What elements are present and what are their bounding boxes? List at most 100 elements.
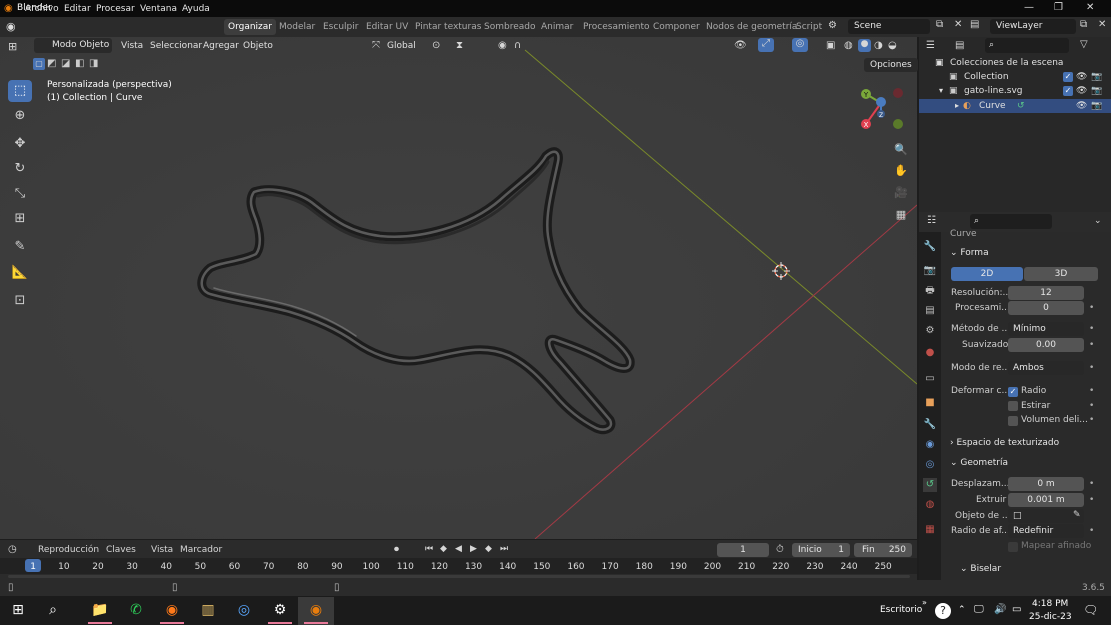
properties-options-icon[interactable]: ⌄ xyxy=(1094,216,1102,226)
current-frame-field[interactable]: 1 xyxy=(717,543,769,557)
timeline-menu-claves[interactable]: Claves xyxy=(106,545,136,555)
timeline-menu-vista[interactable]: Vista xyxy=(151,545,173,555)
properties-editor-icon[interactable]: ☷ xyxy=(927,215,936,226)
file-explorer-icon[interactable]: 📁 xyxy=(90,601,110,619)
jump-end-icon[interactable]: ⏭ xyxy=(500,544,508,554)
outliner-editor-icon[interactable]: ☰ xyxy=(926,40,935,51)
view-layer-selector[interactable]: ViewLayer xyxy=(990,19,1076,34)
tab-nodos-geometria[interactable]: Nodos de geometría xyxy=(702,19,801,35)
rotate-tool[interactable]: ↻ xyxy=(8,158,32,180)
volumen-anim-dot[interactable]: • xyxy=(1089,415,1094,425)
dim-2d-button[interactable]: 2D xyxy=(951,267,1023,281)
viewport-menu-seleccionar[interactable]: Seleccionar xyxy=(150,41,202,51)
clock-time[interactable]: 4:18 PM xyxy=(1032,599,1068,609)
camera-icon[interactable]: 📷 xyxy=(1091,99,1102,113)
menu-procesar[interactable]: Procesar xyxy=(96,4,135,14)
eye-icon[interactable]: 👁 xyxy=(1076,99,1087,113)
timeline-editor-icon[interactable]: ◷ xyxy=(8,544,17,555)
tool-tab-icon[interactable]: 🔧 xyxy=(923,240,937,254)
texture-tab-icon[interactable]: ▦ xyxy=(923,523,937,537)
tab-esculpir[interactable]: Esculpir xyxy=(319,19,362,35)
outliner-item-curve[interactable]: ▸ ◐ Curve ↺ 👁 📷 xyxy=(919,99,1111,113)
move-tool[interactable]: ✥ xyxy=(8,133,32,155)
camera-icon[interactable]: 📷 xyxy=(1091,70,1102,84)
timeline-scrollbar[interactable] xyxy=(8,575,910,578)
library-app-icon[interactable]: ▥ xyxy=(198,601,218,619)
toolbar-expand-icon[interactable]: » xyxy=(922,598,927,607)
select-box-tool[interactable]: ⬚ xyxy=(8,80,32,102)
modo-anim-dot[interactable]: • xyxy=(1089,363,1094,373)
outliner-item-collection[interactable]: ▣ Collection ✓ 👁 📷 xyxy=(919,70,1111,84)
whatsapp-icon[interactable]: ✆ xyxy=(126,601,146,619)
minimize-button[interactable]: — xyxy=(1024,2,1034,13)
scene-icon[interactable]: ⚙ xyxy=(828,20,837,31)
radio-anim-dot[interactable]: • xyxy=(1089,386,1094,396)
blender-taskbar-icon[interactable]: ◉ xyxy=(306,601,326,619)
scale-tool[interactable]: ⤡ xyxy=(8,183,32,205)
estirar-checkbox[interactable] xyxy=(1008,401,1018,411)
timeline-menu-marcador[interactable]: Marcador xyxy=(180,545,222,555)
search-icon[interactable]: ⌕ xyxy=(43,601,63,619)
view-layer-tab-icon[interactable]: ▤ xyxy=(923,304,937,318)
snap-icon[interactable]: ⧗ xyxy=(456,40,463,51)
new-scene-icon[interactable]: ⧉ xyxy=(936,19,943,30)
timeline-menu-reproduccion[interactable]: Reproducción xyxy=(38,545,99,555)
firefox-icon[interactable]: ◉ xyxy=(162,601,182,619)
tab-componer[interactable]: Componer xyxy=(649,19,704,35)
menu-editar[interactable]: Editar xyxy=(64,4,91,14)
curve-data-icon[interactable]: ↺ xyxy=(1017,99,1025,113)
resolucion-field[interactable]: 12 xyxy=(1008,286,1084,300)
maximize-button[interactable]: ❐ xyxy=(1054,2,1063,13)
perspective-toggle-icon[interactable]: ▦ xyxy=(894,208,908,221)
view-layer-icon[interactable]: ▤ xyxy=(970,19,979,30)
mode-selector[interactable]: Modo Objeto xyxy=(34,38,112,53)
extruir-anim-dot[interactable]: • xyxy=(1089,495,1094,505)
scene-selector[interactable]: Scene xyxy=(848,19,930,34)
end-frame-field[interactable]: Fin 250 xyxy=(854,543,912,557)
radio-checkbox[interactable]: ✓ xyxy=(1008,387,1018,397)
tab-sombreado[interactable]: Sombreado xyxy=(480,19,539,35)
suavizado-field[interactable]: 0.00 xyxy=(1008,338,1084,352)
object-tab-icon[interactable]: ■ xyxy=(923,396,937,410)
world-tab-icon[interactable]: ● xyxy=(923,346,937,360)
scene-tab-icon[interactable]: ⚙ xyxy=(923,324,937,338)
suavizado-anim-dot[interactable]: • xyxy=(1089,340,1094,350)
new-view-layer-icon[interactable]: ⧉ xyxy=(1080,19,1087,30)
forma-panel-header[interactable]: ⌄ Forma xyxy=(950,248,989,258)
camera-view-icon[interactable]: 🎥 xyxy=(894,186,908,199)
transform-orientation-icon[interactable]: ⤧ xyxy=(372,40,380,51)
rendered-shading-icon[interactable]: ◒ xyxy=(888,40,897,51)
extruir-field[interactable]: 0.001 m xyxy=(1008,493,1084,507)
measure-tool[interactable]: 📐 xyxy=(8,262,32,284)
annotate-tool[interactable]: ✎ xyxy=(8,236,32,258)
menu-ayuda[interactable]: Ayuda xyxy=(182,4,210,14)
editor-type-icon[interactable]: ⊞ xyxy=(8,40,17,53)
browser-app-icon[interactable]: ◎ xyxy=(234,601,254,619)
curve-data-tab-icon[interactable]: ↺ xyxy=(923,478,937,492)
help-icon[interactable]: ? xyxy=(935,603,951,619)
play-reverse-icon[interactable]: ◀ xyxy=(455,544,462,554)
tab-modelar[interactable]: Modelar xyxy=(275,19,319,35)
start-frame-field[interactable]: Inicio 1 xyxy=(792,543,850,557)
play-icon[interactable]: ▶ xyxy=(470,544,477,554)
tab-pintar-texturas[interactable]: Pintar texturas xyxy=(411,19,485,35)
desplazam-anim-dot[interactable]: • xyxy=(1089,479,1094,489)
collection-exclude-checkbox[interactable]: ✓ xyxy=(1063,86,1073,96)
filter-icon[interactable]: ▽ xyxy=(1080,39,1088,50)
espacio-panel-header[interactable]: › Espacio de texturizado xyxy=(950,438,1059,448)
visibility-icon[interactable]: 👁 xyxy=(734,40,747,51)
volume-icon[interactable]: 🔊 xyxy=(994,604,1006,615)
record-icon[interactable]: ⏺ xyxy=(394,544,399,555)
eye-icon[interactable]: 👁 xyxy=(1076,70,1087,84)
radio-af-anim-dot[interactable]: • xyxy=(1089,526,1094,536)
proportional-edit-icon[interactable]: ◉ xyxy=(498,40,507,51)
select-invert-icon[interactable]: ◧ xyxy=(75,58,84,69)
select-intersect-icon[interactable]: ◨ xyxy=(89,58,98,69)
procesami-field[interactable]: 0 xyxy=(1008,301,1084,315)
estirar-anim-dot[interactable]: • xyxy=(1089,401,1094,411)
clock-date[interactable]: 25-dic-23 xyxy=(1029,612,1072,622)
geometria-panel-header[interactable]: ⌄ Geometría xyxy=(950,458,1008,468)
collection-tab-icon[interactable]: ▭ xyxy=(923,372,937,386)
viewport-options-button[interactable]: Opciones xyxy=(864,58,918,72)
viewport-menu-agregar[interactable]: Agregar xyxy=(203,41,239,51)
